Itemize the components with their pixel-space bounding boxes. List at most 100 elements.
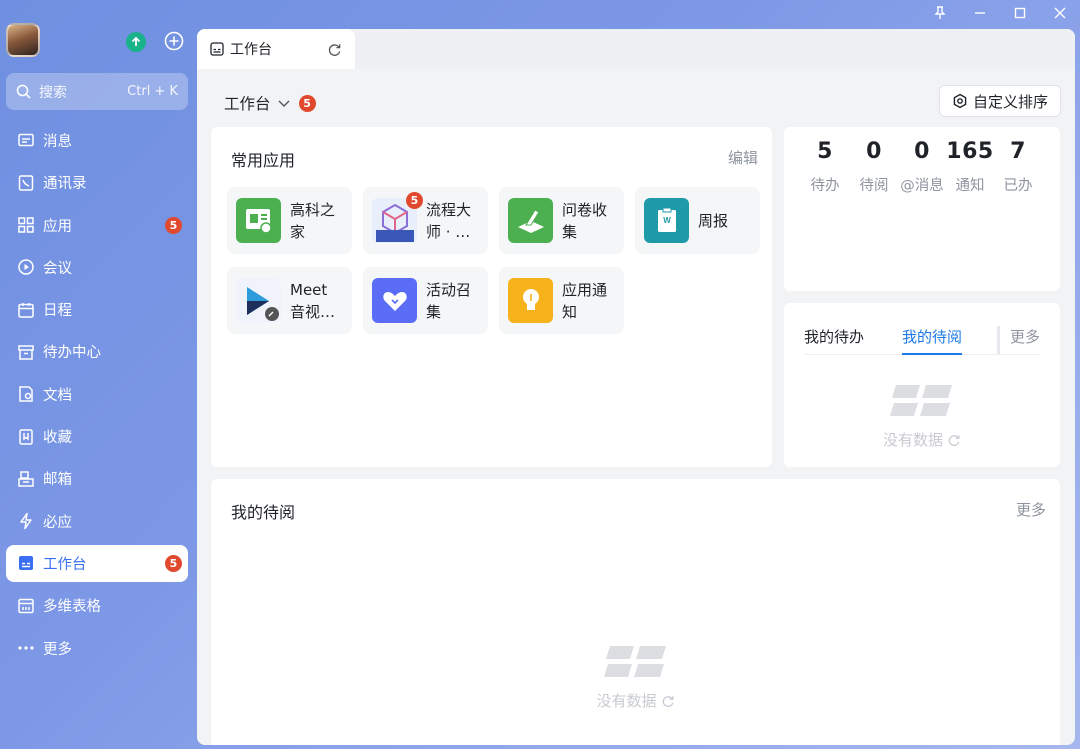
- message-icon: [16, 131, 36, 151]
- favorites-icon: [16, 427, 36, 447]
- add-button[interactable]: [164, 31, 184, 51]
- my-to-read-card: 我的待阅 更多 没有数据: [211, 479, 1060, 745]
- sidebar-item-label: 通讯录: [43, 176, 87, 193]
- sidebar-item-todo-center[interactable]: 待办中心: [6, 333, 188, 370]
- empty-text: 没有数据: [596, 692, 657, 710]
- sidebar-item-label: 文档: [43, 387, 72, 404]
- sidebar-item-more[interactable]: 更多: [6, 630, 188, 667]
- stat-notifications[interactable]: 165 通知: [946, 139, 994, 195]
- calendar-icon: [16, 300, 36, 320]
- stat-mentions[interactable]: 0 @消息: [898, 139, 946, 195]
- app-name: 问卷收集: [562, 200, 608, 241]
- search-input[interactable]: 搜索 Ctrl + K: [6, 73, 188, 110]
- apps-badge: 5: [165, 216, 182, 234]
- edit-link[interactable]: 编辑: [728, 147, 758, 168]
- avatar[interactable]: [6, 23, 40, 57]
- sidebar-item-label: 待办中心: [43, 345, 101, 362]
- stat-todo[interactable]: 5 待办: [801, 139, 849, 195]
- todo-more-link[interactable]: 更多: [996, 326, 1040, 354]
- svg-text:W: W: [663, 216, 671, 225]
- arrow-up-icon: [131, 36, 141, 46]
- app-tile[interactable]: W 周报: [635, 187, 760, 254]
- common-apps-title: 常用应用: [231, 151, 296, 170]
- workbench-title-badge: 5: [298, 94, 316, 112]
- sidebar-item-docs[interactable]: 文档: [6, 376, 188, 413]
- stat-label: 已办: [1003, 178, 1033, 194]
- app-tile[interactable]: 应用通知: [499, 267, 624, 334]
- maximize-button[interactable]: [1000, 0, 1040, 26]
- stat-number: 5: [817, 139, 833, 164]
- settings-hex-icon: [953, 93, 967, 109]
- sidebar-item-favorites[interactable]: 收藏: [6, 418, 188, 455]
- plus-circle-icon: [164, 31, 184, 51]
- workbench-header: 工作台 5 自定义排序: [197, 83, 1075, 123]
- stat-number: 165: [946, 139, 994, 164]
- sidebar-item-mail[interactable]: 邮箱: [6, 460, 188, 497]
- meeting-icon: [16, 257, 36, 277]
- tab-workbench[interactable]: 工作台: [197, 29, 355, 69]
- stat-number: 0: [914, 139, 930, 164]
- sidebar-item-label: 日程: [43, 303, 72, 320]
- app-name: 应用通知: [562, 280, 608, 321]
- sidebar-item-label: 邮箱: [43, 472, 72, 489]
- app-tile[interactable]: 流程大师 · … 5: [363, 187, 488, 254]
- search-shortcut: Ctrl + K: [127, 84, 178, 99]
- bolt-icon: [16, 511, 36, 531]
- tab-my-to-read[interactable]: 我的待阅: [902, 326, 963, 355]
- app-name: Meet 音视…: [290, 280, 336, 321]
- empty-text: 没有数据: [882, 431, 943, 449]
- sidebar-item-label: 会议: [43, 260, 72, 277]
- todo-empty-state: 没有数据: [784, 383, 1060, 450]
- document-icon: [16, 384, 36, 404]
- tab-my-todo[interactable]: 我的待办: [804, 326, 864, 347]
- stat-label: 待阅: [859, 178, 889, 194]
- close-button[interactable]: [1040, 0, 1080, 26]
- sidebar-item-multitable[interactable]: 多维表格: [6, 587, 188, 624]
- workbench-dropdown[interactable]: 工作台 5: [224, 92, 316, 114]
- main-panel: 工作台 工作台 5 自定义排序 常用应用 编辑 高科之家 流程大师 · … 5: [197, 29, 1075, 745]
- sidebar-nav: 消息 通讯录 应用 5 会议 日程 待办中心 文档 收藏 邮箱 必应 工作台 5 多…: [6, 122, 188, 672]
- sidebar-item-contacts[interactable]: 通讯录: [6, 164, 188, 201]
- minimize-icon: [975, 12, 985, 14]
- app-tile[interactable]: 问卷收集: [499, 187, 624, 254]
- reload-icon[interactable]: [947, 433, 961, 447]
- app-tile[interactable]: 活动召集: [363, 267, 488, 334]
- more-dots-icon: [16, 638, 36, 658]
- stat-number: 7: [1010, 139, 1026, 164]
- upgrade-button[interactable]: [126, 32, 146, 52]
- read-more-link[interactable]: 更多: [1016, 499, 1046, 520]
- workbench-title: 工作台: [224, 95, 271, 113]
- stat-number: 0: [866, 139, 882, 164]
- app-tile[interactable]: 高科之家: [227, 187, 352, 254]
- workbench-badge: 5: [165, 554, 182, 572]
- chevron-down-icon: [278, 100, 290, 107]
- window-controls: [920, 0, 1080, 26]
- stat-to-read[interactable]: 0 待阅: [850, 139, 898, 195]
- sidebar-item-meeting[interactable]: 会议: [6, 249, 188, 286]
- sidebar-item-label: 多维表格: [43, 599, 101, 616]
- sidebar-item-messages[interactable]: 消息: [6, 122, 188, 159]
- reload-icon[interactable]: [661, 694, 675, 708]
- mail-icon: [16, 469, 36, 489]
- my-to-read-title: 我的待阅: [231, 503, 296, 522]
- contacts-icon: [16, 173, 36, 193]
- sidebar-item-label: 应用: [43, 218, 72, 235]
- read-empty-state: 没有数据: [211, 644, 1060, 711]
- minimize-button[interactable]: [960, 0, 1000, 26]
- app-name: 周报: [698, 211, 729, 230]
- sidebar-item-bing[interactable]: 必应: [6, 503, 188, 540]
- refresh-icon[interactable]: [327, 42, 342, 57]
- app-name: 流程大师 · …: [426, 200, 472, 241]
- sidebar-item-calendar[interactable]: 日程: [6, 291, 188, 328]
- app-tile[interactable]: Meet 音视…: [227, 267, 352, 334]
- todo-box-icon: [16, 342, 36, 362]
- custom-sort-button[interactable]: 自定义排序: [938, 85, 1061, 117]
- sidebar-item-label: 必应: [43, 514, 72, 531]
- stats-card: 5 待办 0 待阅 0 @消息 165 通知 7 已办: [784, 127, 1060, 291]
- stat-done[interactable]: 7 已办: [994, 139, 1042, 195]
- close-icon: [1054, 7, 1066, 19]
- pin-button[interactable]: [920, 0, 960, 26]
- sidebar-item-apps[interactable]: 应用 5: [6, 207, 188, 244]
- sidebar-item-workbench[interactable]: 工作台 5: [6, 544, 188, 582]
- pin-icon: [934, 6, 946, 19]
